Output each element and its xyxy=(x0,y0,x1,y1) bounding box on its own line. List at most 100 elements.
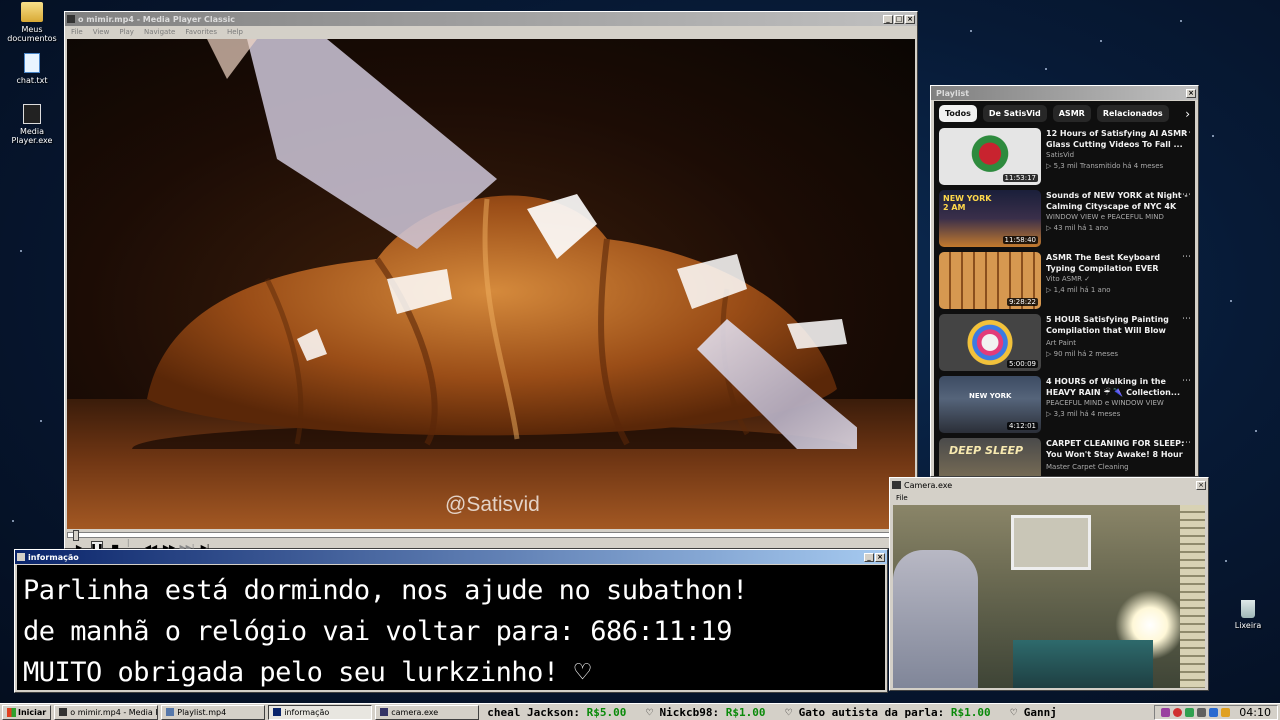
taskbar-item-camera[interactable]: camera.exe xyxy=(375,704,480,720)
video-duration: 11:58:40 xyxy=(1002,236,1038,244)
minimize-button[interactable]: _ xyxy=(883,14,893,24)
info-titlebar[interactable]: informação _ × xyxy=(15,550,887,564)
video-channel[interactable]: Art Paint xyxy=(1046,338,1190,349)
desktop-icon-chat-txt[interactable]: chat.txt xyxy=(0,53,64,85)
windows-logo-icon xyxy=(7,707,16,717)
desktop-icon-my-documents[interactable]: Meus documentos xyxy=(0,2,64,43)
video-thumbnail[interactable]: DEEP SLEEP xyxy=(939,438,1041,476)
video-list-item[interactable]: DEEP SLEEP CARPET CLEANING FOR SLEEP: Yo… xyxy=(934,436,1195,476)
close-button[interactable]: × xyxy=(905,14,915,24)
menu-navigate[interactable]: Navigate xyxy=(144,28,175,36)
video-channel[interactable]: SatisVid xyxy=(1046,150,1190,161)
thumbnail-text: NEW YORK xyxy=(969,392,1012,400)
video-thumbnail[interactable]: 5:00:09 xyxy=(939,314,1041,371)
more-options-icon[interactable]: ⋯ xyxy=(1182,438,1191,448)
ticker-amount: R$1.00 xyxy=(950,705,991,719)
playlist-content: Todos De SatisVid ASMR Relacionados › 11… xyxy=(934,101,1195,476)
chip-from-satisvid[interactable]: De SatisVid xyxy=(982,105,1047,122)
media-player-menubar: File View Play Navigate Favorites Help xyxy=(65,26,917,38)
taskbar-item-informacao[interactable]: informação xyxy=(268,704,373,720)
messenger-icon[interactable] xyxy=(1209,707,1219,717)
more-options-icon[interactable]: ⋯ xyxy=(1182,190,1191,200)
donation-ticker: cheal Jackson: R$5.00 ♡ Nickcb98: R$1.00… xyxy=(483,704,1155,720)
desktop-icon-media-player[interactable]: Media Player.exe xyxy=(0,104,64,145)
video-list-item[interactable]: 5:00:09 5 HOUR Satisfying Painting Compi… xyxy=(934,312,1195,374)
video-stats: ▷ 3,3 mil há 4 meses xyxy=(1046,410,1121,418)
more-options-icon[interactable]: ⋯ xyxy=(1182,128,1191,138)
chip-all[interactable]: Todos xyxy=(939,105,977,122)
video-list-item[interactable]: NEW YORK 2 AM 11:58:40 Sounds of NEW YOR… xyxy=(934,188,1195,250)
camera-desk xyxy=(1013,640,1153,688)
video-stats: ▷ 43 mil há 1 ano xyxy=(1046,224,1109,232)
video-watermark: @Satisvid xyxy=(445,493,540,516)
close-button[interactable]: × xyxy=(1196,480,1206,490)
media-player-window[interactable]: o mimir.mp4 - Media Player Classic _ □ ×… xyxy=(64,11,918,556)
thumbnail-text: DEEP SLEEP xyxy=(949,444,1024,457)
console-icon xyxy=(273,708,282,716)
more-options-icon[interactable]: ⋯ xyxy=(1182,314,1191,324)
close-button[interactable]: × xyxy=(875,552,885,562)
playlist-title: Playlist xyxy=(936,88,970,98)
info-message: Parlinha está dormindo, nos ajude no sub… xyxy=(17,565,885,690)
camera-feed xyxy=(893,505,1205,688)
clock[interactable]: 04:10 xyxy=(1239,706,1271,719)
minimize-button[interactable]: _ xyxy=(864,552,874,562)
recycle-bin-icon xyxy=(1241,600,1255,618)
video-title[interactable]: 5 HOUR Satisfying Painting Compilation t… xyxy=(1046,314,1190,338)
volume-tray-icon[interactable] xyxy=(1197,707,1207,717)
video-thumbnail[interactable]: NEW YORK 2 AM 11:58:40 xyxy=(939,190,1041,247)
camera-person-figure xyxy=(893,550,978,688)
video-thumbnail[interactable]: 9:28:22 xyxy=(939,252,1041,309)
media-player-titlebar[interactable]: o mimir.mp4 - Media Player Classic _ □ × xyxy=(65,12,917,26)
video-thumbnail[interactable]: NEW YORK 4:12:01 xyxy=(939,376,1041,433)
update-icon[interactable] xyxy=(1221,707,1231,717)
video-list-item[interactable]: 9:28:22 ASMR The Best Keyboard Typing Co… xyxy=(934,250,1195,312)
menu-view[interactable]: View xyxy=(93,28,110,36)
video-thumbnail[interactable]: 11:53:17 xyxy=(939,128,1041,185)
seek-bar[interactable] xyxy=(67,530,915,541)
video-title[interactable]: 4 HOURS of Walking in the HEAVY RAIN ☔ 🌂… xyxy=(1046,376,1190,398)
video-channel[interactable]: WINDOW VIEW e PEACEFUL MIND xyxy=(1046,212,1190,223)
network-icon[interactable] xyxy=(1161,707,1171,717)
more-options-icon[interactable]: ⋯ xyxy=(1182,252,1191,262)
camera-window[interactable]: Camera.exe × File xyxy=(889,477,1209,691)
chip-asmr[interactable]: ASMR xyxy=(1052,105,1091,122)
menu-help[interactable]: Help xyxy=(227,28,243,36)
video-channel[interactable]: Master Carpet Cleaning xyxy=(1046,462,1190,473)
start-button[interactable]: Iniciar xyxy=(2,704,52,720)
camera-window-frame xyxy=(1011,515,1091,570)
more-options-icon[interactable]: ⋯ xyxy=(1182,376,1191,386)
video-title[interactable]: ASMR The Best Keyboard Typing Compilatio… xyxy=(1046,252,1190,274)
video-stats: ▷ 5,3 mil Transmitido há 4 meses xyxy=(1046,162,1164,170)
video-display[interactable]: @Satisvid xyxy=(67,39,915,529)
video-channel[interactable]: PEACEFUL MIND e WINDOW VIEW xyxy=(1046,398,1190,409)
maximize-button[interactable]: □ xyxy=(894,14,904,24)
taskbar-item-playlist[interactable]: Playlist.mp4 xyxy=(161,704,266,720)
system-tray: 04:10 xyxy=(1154,704,1278,720)
desktop-icon-recycle-bin[interactable]: Lixeira xyxy=(1216,600,1280,630)
menu-play[interactable]: Play xyxy=(119,28,134,36)
antivirus-icon[interactable] xyxy=(1173,707,1183,717)
video-list-item[interactable]: 11:53:17 12 Hours of Satisfying AI ASMR … xyxy=(934,126,1195,188)
camera-titlebar[interactable]: Camera.exe × xyxy=(890,478,1208,492)
video-knife-image xyxy=(207,39,497,249)
app-tray-icon[interactable] xyxy=(1185,707,1195,717)
close-button[interactable]: × xyxy=(1186,88,1196,98)
playlist-titlebar[interactable]: Playlist × xyxy=(931,86,1198,100)
chevron-right-icon[interactable]: › xyxy=(1185,107,1190,121)
video-stats: ▷ 1,4 mil há 1 ano xyxy=(1046,286,1111,294)
video-list-item[interactable]: NEW YORK 4:12:01 4 HOURS of Walking in t… xyxy=(934,374,1195,436)
playlist-window[interactable]: Playlist × Todos De SatisVid ASMR Relaci… xyxy=(930,85,1199,477)
thumbnail-text: NEW YORK 2 AM xyxy=(943,194,992,212)
video-title[interactable]: CARPET CLEANING FOR SLEEP: You Won't Sta… xyxy=(1046,438,1190,462)
menu-file[interactable]: File xyxy=(71,28,83,36)
chip-related[interactable]: Relacionados xyxy=(1096,105,1169,122)
menu-favorites[interactable]: Favorites xyxy=(185,28,217,36)
camera-menubar: File xyxy=(890,492,1208,504)
video-title[interactable]: Sounds of NEW YORK at Night - Calming Ci… xyxy=(1046,190,1190,212)
taskbar-item-media-player[interactable]: o mimir.mp4 - Media Playe... xyxy=(54,704,159,720)
info-window[interactable]: informação _ × Parlinha está dormindo, n… xyxy=(14,549,888,693)
menu-file[interactable]: File xyxy=(896,494,908,502)
video-channel[interactable]: Vito ASMR ✓ xyxy=(1046,274,1190,285)
video-title[interactable]: 12 Hours of Satisfying AI ASMR Glass Cut… xyxy=(1046,128,1190,150)
